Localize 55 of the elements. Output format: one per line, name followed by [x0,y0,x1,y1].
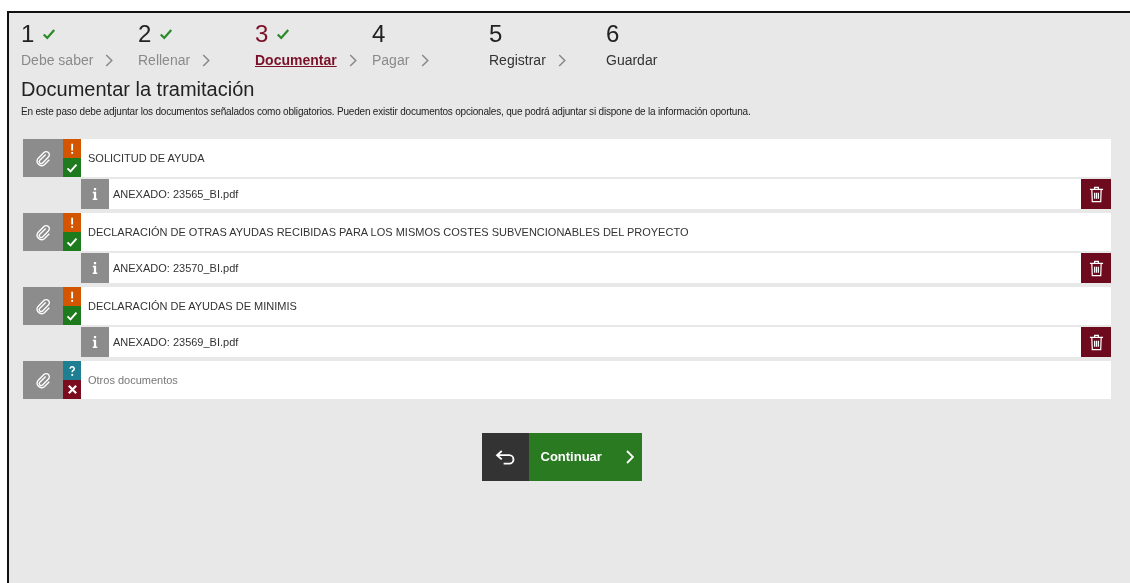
step-number: 2 [138,22,152,46]
exclamation-icon [69,142,75,155]
attachment-name: ANEXADO: 23569_BI.pdf [113,334,240,350]
trash-icon [1088,333,1104,351]
description: En este paso debe adjuntar los documentos señalados como obligatorios. Pueden existir documentos opcionales, que podrá adjuntar si dispone de la información oportuna. [21,105,752,119]
info-icon [92,335,98,349]
step-number: 5 [489,22,503,46]
check-icon [159,27,174,41]
chevron-right-icon [105,53,114,67]
paperclip-icon [34,371,52,389]
document-title: SOLICITUD DE AYUDA [88,150,205,166]
trash-icon [1088,185,1104,203]
delete-button[interactable] [1081,327,1111,357]
chevron-right-icon [557,53,566,67]
step-number: 4 [372,22,386,46]
return-arrow-icon [494,449,516,465]
back-button[interactable] [481,433,529,481]
step-number: 3 [255,22,269,46]
attach-button[interactable] [23,213,63,251]
exclamation-icon [69,216,75,229]
paperclip-icon [34,149,52,167]
step-number: 1 [21,22,35,46]
paperclip-icon [34,223,52,241]
info-button[interactable] [81,179,109,209]
trash-icon [1088,259,1104,277]
chevron-right-icon [625,449,634,465]
step-link[interactable]: Documentar [255,49,337,71]
attach-button[interactable] [23,139,63,177]
attachment-name: ANEXADO: 23570_BI.pdf [113,260,240,276]
exclamation-icon [69,290,75,303]
paperclip-icon [34,297,52,315]
step-number: 6 [606,22,620,46]
check-icon [276,27,291,41]
check-icon [42,27,57,41]
attachment-name: ANEXADO: 23565_BI.pdf [113,186,240,202]
chevron-right-icon [348,53,357,67]
question-icon [69,364,75,377]
step-link[interactable]: Registrar [489,49,546,71]
document-title: Otros documentos [88,372,178,388]
info-icon [92,261,98,275]
delete-button[interactable] [1081,253,1111,283]
chevron-right-icon [421,53,430,67]
close-icon [66,384,78,395]
info-icon [92,187,98,201]
continue-button[interactable]: Continuar [528,433,642,481]
document-title: DECLARACIÓN DE AYUDAS DE MINIMIS [88,298,297,314]
info-button[interactable] [81,253,109,283]
info-button[interactable] [81,327,109,357]
chevron-right-icon [202,53,211,67]
delete-button[interactable] [1081,179,1111,209]
step-link[interactable]: Guardar [606,49,658,71]
attach-button[interactable] [23,287,63,325]
document-title: DECLARACIÓN DE OTRAS AYUDAS RECIBIDAS PARA LOS MISMOS COSTES SUBVENCIONABLES DEL PROYECTO [88,224,689,240]
page-heading: Documentar la tramitación [21,77,256,102]
attach-button[interactable] [23,361,63,399]
